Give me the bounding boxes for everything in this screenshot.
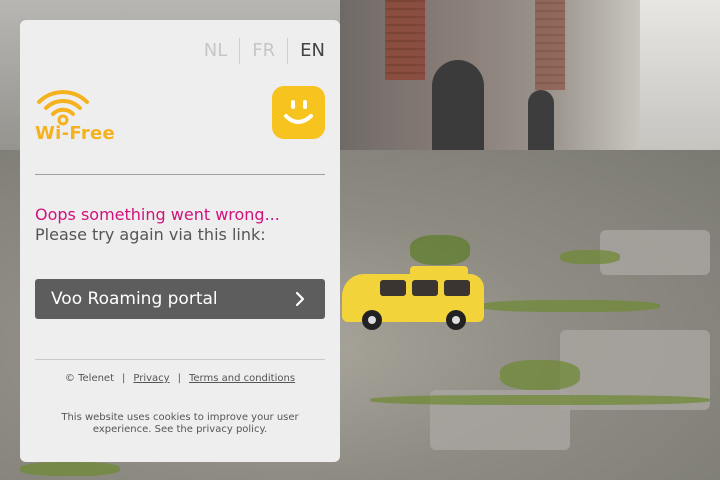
lang-nl[interactable]: NL xyxy=(192,38,240,64)
grass-tuft xyxy=(410,235,470,265)
moss xyxy=(560,250,620,264)
telenet-logo xyxy=(272,86,325,139)
login-card: NL FR EN Wi-Free Oops something went wro… xyxy=(20,20,340,462)
brick-wall xyxy=(385,0,425,80)
footer-links: © Telenet | Privacy | Terms and conditions xyxy=(64,373,296,384)
wifree-logo: Wi-Free xyxy=(35,86,130,144)
background-light xyxy=(640,0,720,160)
privacy-link[interactable]: Privacy xyxy=(133,373,169,384)
brick-wall xyxy=(535,0,565,90)
terms-link[interactable]: Terms and conditions xyxy=(189,373,295,384)
voo-roaming-portal-button[interactable]: Voo Roaming portal xyxy=(35,279,325,319)
portal-button-label: Voo Roaming portal xyxy=(51,289,218,309)
moss xyxy=(20,462,120,476)
chevron-right-icon xyxy=(295,291,305,307)
wifree-logo-text: Wi-Free xyxy=(35,123,116,144)
arched-window xyxy=(528,90,554,152)
header-divider xyxy=(35,174,325,175)
telenet-smiley-icon xyxy=(284,100,313,124)
moss xyxy=(480,300,660,312)
error-message: Oops something went wrong... Please try … xyxy=(35,205,280,245)
toy-bus xyxy=(342,266,487,334)
lang-en[interactable]: EN xyxy=(288,38,325,64)
language-switcher: NL FR EN xyxy=(192,38,325,64)
moss xyxy=(370,395,710,405)
moss xyxy=(500,360,580,390)
error-hint: Please try again via this link: xyxy=(35,225,266,244)
lang-fr[interactable]: FR xyxy=(240,38,287,64)
wifi-icon xyxy=(37,90,89,126)
arched-window xyxy=(432,60,484,158)
copyright: © Telenet xyxy=(64,373,115,384)
cookie-notice: This website uses cookies to improve you… xyxy=(61,412,299,435)
error-title: Oops something went wrong... xyxy=(35,205,280,224)
footer-divider xyxy=(35,359,325,360)
